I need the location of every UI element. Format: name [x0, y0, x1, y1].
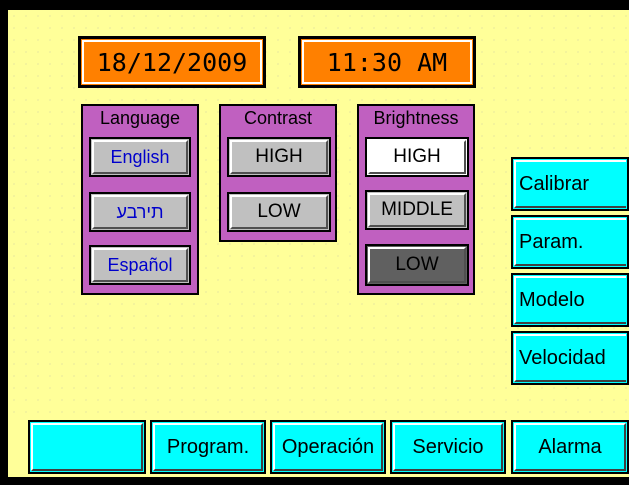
param-button[interactable]: Param. [511, 215, 629, 269]
time-display: 11:30 AM [298, 36, 476, 88]
date-display: 18/12/2009 [78, 36, 266, 88]
nav-program-button[interactable]: Program. [150, 420, 266, 474]
calibrar-button[interactable]: Calibrar [511, 157, 629, 211]
nav-servicio-button[interactable]: Servicio [390, 420, 506, 474]
modelo-button[interactable]: Modelo [511, 273, 629, 327]
nav-alarma-button[interactable]: Alarma [511, 420, 629, 474]
brightness-low-button[interactable]: LOW [365, 244, 469, 286]
brightness-middle-button[interactable]: MIDDLE [365, 190, 469, 230]
language-english-button[interactable]: English [89, 137, 191, 177]
language-hebrew-button[interactable]: תירבע [89, 192, 191, 232]
language-spanish-button[interactable]: Español [89, 245, 191, 285]
contrast-high-button[interactable]: HIGH [227, 137, 331, 177]
contrast-low-button[interactable]: LOW [227, 192, 331, 232]
nav-operacion-button[interactable]: Operación [270, 420, 386, 474]
language-title: Language [99, 108, 181, 128]
brightness-high-button[interactable]: HIGH [365, 137, 469, 177]
contrast-title: Contrast [243, 108, 313, 128]
brightness-title: Brightness [373, 108, 459, 128]
velocidad-button[interactable]: Velocidad [511, 331, 629, 385]
nav-blank-button[interactable] [28, 420, 146, 474]
